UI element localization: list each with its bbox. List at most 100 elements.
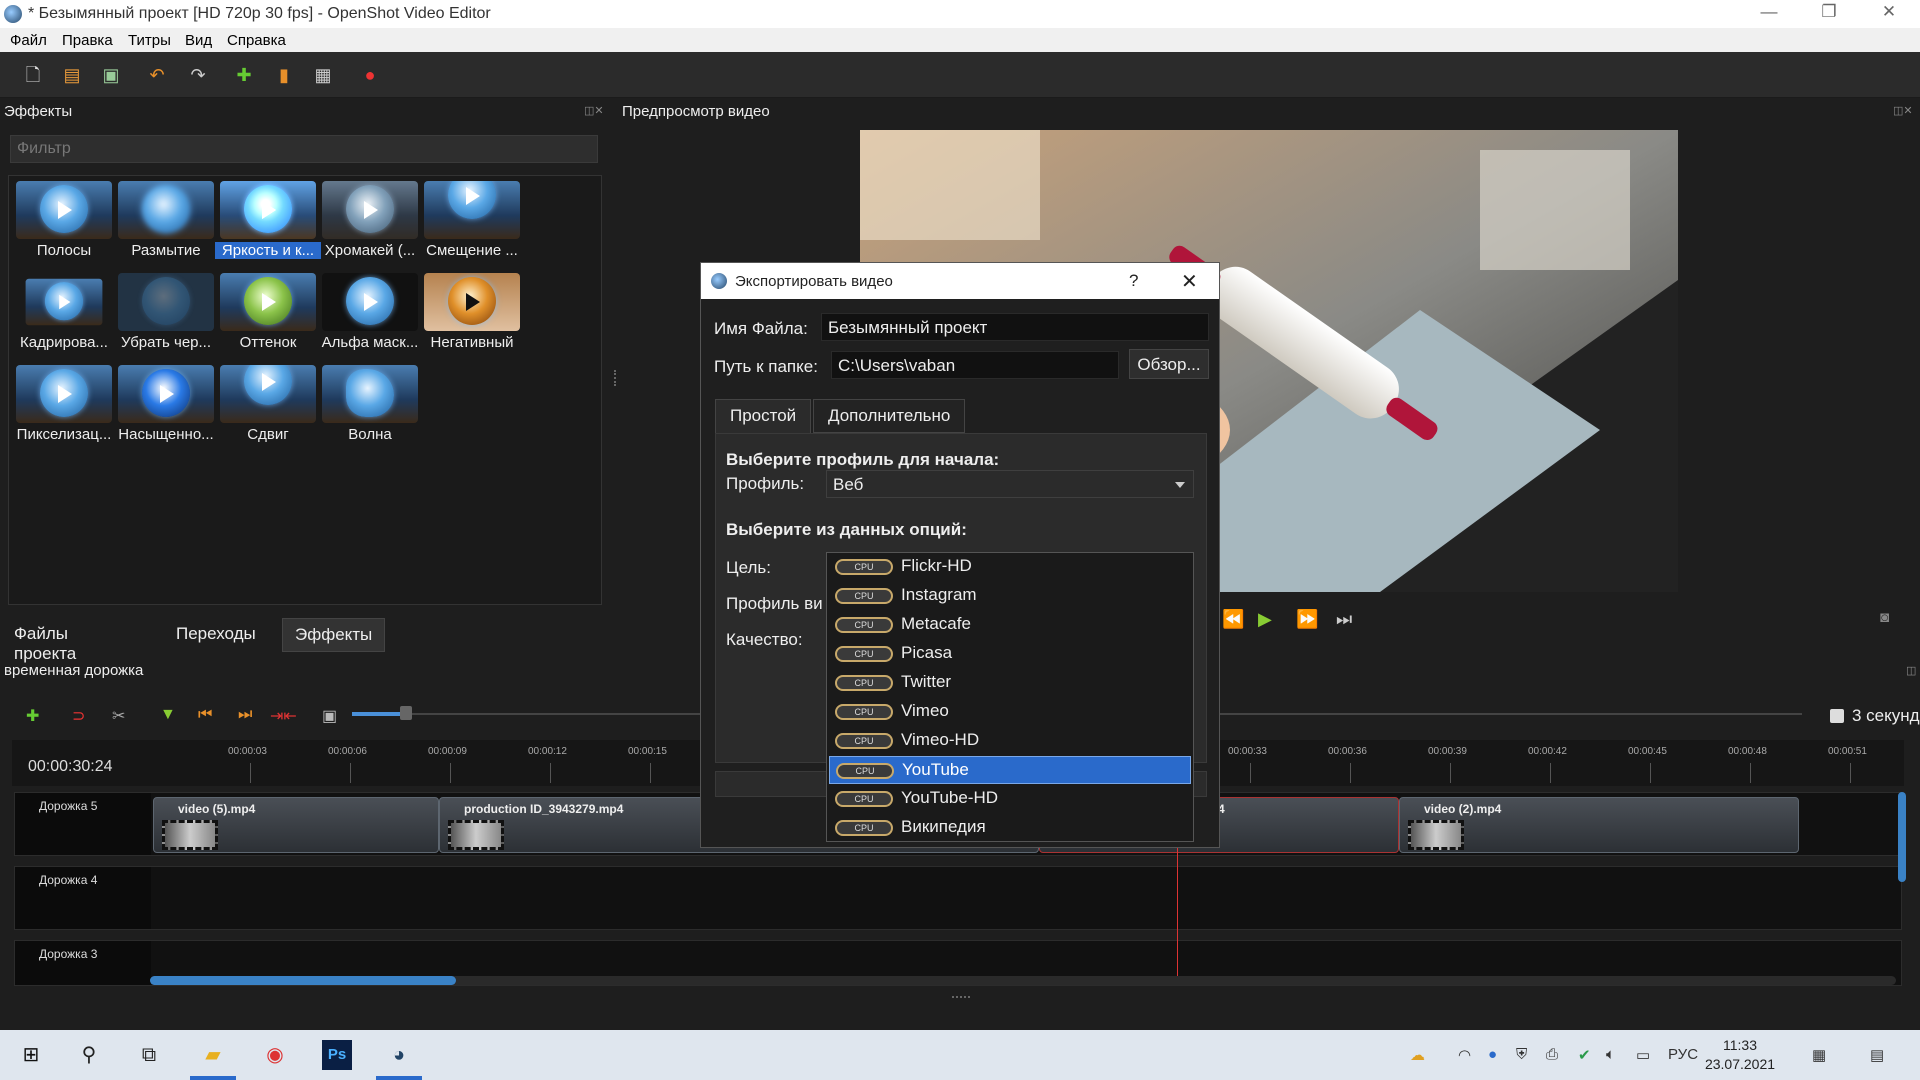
menu-file[interactable]: Файл <box>10 32 47 49</box>
battery-icon[interactable]: ▭ <box>1636 1046 1650 1064</box>
scrollbar-thumb[interactable] <box>150 976 456 985</box>
export-video-icon[interactable]: ● <box>359 64 381 86</box>
effect-item[interactable]: Пикселизац... <box>11 362 112 452</box>
panel-float-close-icon[interactable]: ◫✕ <box>1893 104 1913 117</box>
splitter-handle[interactable] <box>614 370 616 386</box>
effect-item[interactable]: Кадрирова... <box>11 270 111 360</box>
previous-marker-icon[interactable]: ⏮ <box>198 706 212 724</box>
effect-item[interactable]: Смещение ... <box>419 178 520 268</box>
fast-forward-icon[interactable]: ⏩ <box>1296 609 1318 630</box>
effect-item[interactable]: Насыщенно... <box>113 362 214 452</box>
task-view-icon[interactable]: ⧉ <box>134 1040 164 1070</box>
file-explorer-icon[interactable]: ▰ <box>198 1040 228 1070</box>
windows-start-icon[interactable]: ⊞ <box>16 1040 46 1070</box>
next-marker-icon[interactable]: ⏭ <box>238 706 252 724</box>
fullscreen-icon[interactable]: ▦ <box>312 64 334 86</box>
zoom-slider-handle[interactable] <box>400 706 412 720</box>
timeline-horizontal-scrollbar[interactable] <box>150 976 1896 985</box>
profile-icon[interactable]: ▮ <box>273 64 295 86</box>
printer-icon[interactable]: ⎙ <box>1546 1046 1558 1063</box>
jump-end-icon[interactable]: ⏭ <box>1336 609 1352 630</box>
razor-icon[interactable]: ✂ <box>112 706 125 726</box>
menu-titles[interactable]: Титры <box>128 32 171 49</box>
open-project-icon[interactable]: ▤ <box>61 64 83 86</box>
tab-project-files[interactable]: Файлы проекта <box>2 618 88 663</box>
panel-float-icon[interactable]: ◫ <box>1906 664 1916 677</box>
photoshop-icon[interactable]: Ps <box>322 1040 352 1070</box>
filename-field[interactable]: Безымянный проект <box>821 313 1209 341</box>
app-tray-icon[interactable]: ▦ <box>1812 1046 1826 1064</box>
effect-item[interactable]: Хромакей (... <box>317 178 418 268</box>
wifi-icon[interactable]: ◠ <box>1458 1046 1471 1064</box>
menu-view[interactable]: Вид <box>185 32 212 49</box>
close-window-icon[interactable]: ✕ <box>1866 2 1912 26</box>
bottom-splitter-handle[interactable] <box>952 996 970 998</box>
zoom-icon[interactable]: ▣ <box>322 706 337 726</box>
new-project-icon[interactable]: 🗋 <box>22 64 44 86</box>
tab-effects[interactable]: Эффекты <box>282 618 386 652</box>
dialog-close-button[interactable]: ✕ <box>1181 269 1198 294</box>
video-profile-label: Профиль ви <box>726 594 823 613</box>
import-files-icon[interactable]: ✚ <box>233 64 255 86</box>
effect-item[interactable]: Сдвиг <box>215 362 316 452</box>
save-project-icon[interactable]: ▣ <box>100 64 122 86</box>
weather-icon[interactable]: ☁ <box>1410 1046 1425 1064</box>
menu-help[interactable]: Справка <box>227 32 286 49</box>
effect-item[interactable]: Оттенок <box>215 270 316 360</box>
security-icon[interactable]: ✔ <box>1578 1046 1591 1064</box>
chrome-icon[interactable]: ◉ <box>260 1040 290 1070</box>
track-4[interactable]: Дорожка 4 <box>14 866 1902 930</box>
track-name: Дорожка 3 <box>39 947 98 961</box>
snap-icon[interactable]: ⊃ <box>72 706 85 726</box>
target-option-selected[interactable]: CPU YouTube <box>829 756 1191 784</box>
effect-item[interactable]: Альфа маск... <box>317 270 418 360</box>
target-option[interactable]: CPU Instagram <box>829 582 1191 610</box>
browse-button[interactable]: Обзор... <box>1129 349 1209 379</box>
help-button[interactable]: ? <box>1129 271 1138 291</box>
minimize-icon[interactable]: — <box>1746 2 1792 26</box>
effects-filter-input[interactable]: Фильтр <box>10 135 598 163</box>
clip[interactable]: video (5).mp4 <box>153 797 439 853</box>
target-option[interactable]: CPU Vimeo-HD <box>829 727 1191 755</box>
shield-icon[interactable]: ⛨ <box>1516 1046 1527 1063</box>
add-track-icon[interactable]: ✚ <box>26 706 39 726</box>
redo-icon[interactable]: ↷ <box>187 64 209 86</box>
openshot-app-icon <box>711 273 727 289</box>
target-option[interactable]: CPU Twitter <box>829 669 1191 697</box>
tab-simple[interactable]: Простой <box>715 399 812 433</box>
notifications-icon[interactable]: ▤ <box>1870 1046 1884 1064</box>
network-icon[interactable]: ● <box>1488 1046 1497 1063</box>
tab-advanced[interactable]: Дополнительно <box>813 399 966 433</box>
language-indicator[interactable]: РУС <box>1668 1046 1698 1063</box>
volume-icon[interactable]: 🔈︎ <box>1606 1046 1615 1063</box>
menu-edit[interactable]: Правка <box>62 32 113 49</box>
target-option[interactable]: CPU YouTube-HD <box>829 785 1191 813</box>
panel-float-close-icon[interactable]: ◫✕ <box>584 104 604 117</box>
center-playhead-icon[interactable]: ⇥⇤ <box>270 706 297 726</box>
tab-transitions[interactable]: Переходы <box>164 618 268 652</box>
system-clock[interactable]: 11:33 23.07.2021 <box>1700 1036 1780 1074</box>
effect-item[interactable]: Негативный <box>419 270 520 360</box>
clip[interactable]: video (2).mp4 <box>1399 797 1799 853</box>
target-option[interactable]: CPU Picasa <box>829 640 1191 668</box>
add-marker-icon[interactable]: ▼ <box>160 706 176 724</box>
play-icon[interactable]: ▶ <box>1258 609 1272 630</box>
restore-icon[interactable]: ❐ <box>1806 2 1852 26</box>
camera-icon[interactable]: ◙ <box>1880 609 1889 626</box>
target-option[interactable]: CPU Википедия <box>829 814 1191 842</box>
timeline-vertical-scrollbar[interactable] <box>1898 792 1906 882</box>
folder-path-field[interactable]: C:\Users\vaban <box>831 351 1119 379</box>
effect-item-selected[interactable]: Яркость и к... <box>215 178 321 268</box>
effect-item[interactable]: Убрать чер... <box>113 270 214 360</box>
search-icon[interactable]: ⚲ <box>74 1040 104 1070</box>
rewind-icon[interactable]: ⏪ <box>1222 609 1244 630</box>
effect-item[interactable]: Размытие <box>113 178 214 268</box>
target-option[interactable]: CPU Vimeo <box>829 698 1191 726</box>
effect-item[interactable]: Волна <box>317 362 418 452</box>
openshot-taskbar-icon[interactable]: ◕ <box>384 1040 414 1070</box>
profile-select[interactable]: Веб <box>826 470 1194 498</box>
target-option[interactable]: CPU Flickr-HD <box>829 553 1191 581</box>
effect-item[interactable]: Полосы <box>11 178 112 268</box>
undo-icon[interactable]: ↶ <box>146 64 168 86</box>
target-option[interactable]: CPU Metacafe <box>829 611 1191 639</box>
